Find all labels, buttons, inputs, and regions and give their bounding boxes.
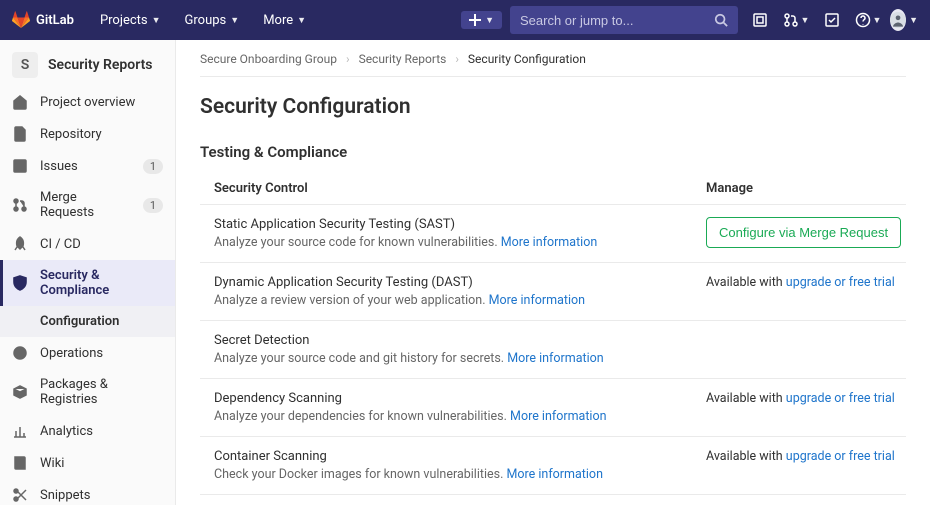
nav-more[interactable]: More▼ bbox=[255, 13, 314, 28]
security-control-row: Secret Detection Analyze your source code… bbox=[200, 320, 906, 378]
create-new-button[interactable]: ▼ bbox=[461, 11, 502, 29]
sidebar-item-overview[interactable]: Project overview bbox=[0, 86, 175, 118]
table-header: Security Control Manage bbox=[200, 173, 906, 204]
search-icon bbox=[714, 13, 728, 27]
tanuki-icon bbox=[12, 11, 30, 29]
security-control-row: Dynamic Application Security Testing (DA… bbox=[200, 262, 906, 320]
control-title: Dependency Scanning bbox=[214, 391, 706, 406]
sidebar-item-analytics[interactable]: Analytics bbox=[0, 415, 175, 447]
more-information-link[interactable]: More information bbox=[510, 409, 606, 424]
security-control-row: Static Application Security Testing (SAS… bbox=[200, 204, 906, 262]
project-name: Security Reports bbox=[48, 57, 153, 73]
rocket-icon bbox=[12, 236, 28, 252]
package-icon bbox=[12, 384, 28, 400]
breadcrumb-item[interactable]: Security Reports bbox=[359, 52, 447, 66]
help-icon[interactable]: ▼ bbox=[854, 12, 882, 28]
section-heading: Testing & Compliance bbox=[200, 143, 906, 161]
control-description: Analyze your source code for known vulne… bbox=[214, 235, 706, 250]
control-title: Secret Detection bbox=[214, 333, 706, 348]
project-avatar: S bbox=[12, 52, 38, 78]
col-manage: Manage bbox=[706, 181, 906, 196]
upgrade-link[interactable]: upgrade or free trial bbox=[786, 391, 895, 406]
brand-text: GitLab bbox=[36, 13, 74, 28]
search-input[interactable] bbox=[520, 13, 714, 28]
more-information-link[interactable]: More information bbox=[501, 235, 597, 250]
chevron-down-icon: ▼ bbox=[297, 15, 306, 26]
chevron-down-icon: ▼ bbox=[909, 15, 918, 26]
sidebar-item-operations[interactable]: Operations bbox=[0, 337, 175, 369]
operations-icon bbox=[12, 345, 28, 361]
security-control-row: Coverage FuzzingFind bugs in your code w… bbox=[200, 494, 906, 505]
breadcrumb-current: Security Configuration bbox=[468, 52, 586, 66]
merge-requests-shortcut-icon[interactable]: ▼ bbox=[782, 12, 810, 28]
merge-icon bbox=[12, 197, 28, 213]
doc-icon bbox=[12, 126, 28, 142]
control-description: Analyze your source code and git history… bbox=[214, 351, 706, 366]
project-sidebar: S Security Reports Project overview Repo… bbox=[0, 40, 176, 505]
upgrade-link[interactable]: upgrade or free trial bbox=[786, 449, 895, 464]
control-description: Analyze your dependencies for known vuln… bbox=[214, 409, 706, 424]
available-with-text: Available with upgrade or free trial bbox=[706, 275, 895, 290]
issues-count-badge: 1 bbox=[143, 159, 163, 174]
sidebar-item-wiki[interactable]: Wiki bbox=[0, 447, 175, 479]
user-menu[interactable]: ▼ bbox=[890, 9, 918, 31]
control-description: Analyze a review version of your web app… bbox=[214, 293, 706, 308]
configure-merge-request-button[interactable]: Configure via Merge Request bbox=[706, 217, 901, 248]
sidebar-item-security[interactable]: Security & Compliance bbox=[0, 260, 175, 306]
mr-count-badge: 1 bbox=[143, 198, 163, 213]
book-icon bbox=[12, 455, 28, 471]
chevron-down-icon: ▼ bbox=[152, 15, 161, 26]
sidebar-subitem-configuration[interactable]: Configuration bbox=[0, 306, 175, 337]
user-avatar bbox=[890, 9, 906, 31]
more-information-link[interactable]: More information bbox=[507, 351, 603, 366]
sidebar-item-snippets[interactable]: Snippets bbox=[0, 479, 175, 505]
sidebar-context[interactable]: S Security Reports bbox=[0, 44, 175, 86]
plus-icon bbox=[469, 14, 481, 26]
chevron-down-icon: ▼ bbox=[230, 15, 239, 26]
available-with-text: Available with upgrade or free trial bbox=[706, 391, 895, 406]
sidebar-item-packages[interactable]: Packages & Registries bbox=[0, 369, 175, 415]
available-with-text: Available with upgrade or free trial bbox=[706, 449, 895, 464]
breadcrumb-item[interactable]: Secure Onboarding Group bbox=[200, 52, 337, 66]
top-navbar: GitLab Projects▼ Groups▼ More▼ ▼ ▼ ▼ ▼ bbox=[0, 0, 930, 40]
security-control-row: Container Scanning Check your Docker imag… bbox=[200, 436, 906, 494]
more-information-link[interactable]: More information bbox=[489, 293, 585, 308]
page-title: Security Configuration bbox=[200, 95, 906, 119]
nav-projects[interactable]: Projects▼ bbox=[92, 13, 169, 28]
issues-shortcut-icon[interactable] bbox=[746, 12, 774, 28]
global-search[interactable] bbox=[510, 6, 738, 34]
more-information-link[interactable]: More information bbox=[507, 467, 603, 482]
control-title: Container Scanning bbox=[214, 449, 706, 464]
sidebar-item-cicd[interactable]: CI / CD bbox=[0, 228, 175, 260]
chevron-down-icon: ▼ bbox=[801, 15, 810, 26]
sidebar-item-merge-requests[interactable]: Merge Requests 1 bbox=[0, 182, 175, 228]
control-description: Check your Docker images for known vulne… bbox=[214, 467, 706, 482]
issues-icon bbox=[12, 158, 28, 174]
gitlab-logo[interactable]: GitLab bbox=[12, 11, 74, 29]
chevron-down-icon: ▼ bbox=[485, 15, 494, 26]
col-security-control: Security Control bbox=[200, 181, 706, 196]
breadcrumb: Secure Onboarding Group › Security Repor… bbox=[200, 52, 906, 77]
sidebar-item-issues[interactable]: Issues 1 bbox=[0, 150, 175, 182]
shield-icon bbox=[12, 275, 28, 291]
scissors-icon bbox=[12, 487, 28, 503]
sidebar-item-repository[interactable]: Repository bbox=[0, 118, 175, 150]
nav-groups[interactable]: Groups▼ bbox=[177, 13, 248, 28]
security-control-row: Dependency Scanning Analyze your dependen… bbox=[200, 378, 906, 436]
chart-icon bbox=[12, 423, 28, 439]
upgrade-link[interactable]: upgrade or free trial bbox=[786, 275, 895, 290]
main-content: Secure Onboarding Group › Security Repor… bbox=[176, 40, 930, 505]
chevron-down-icon: ▼ bbox=[873, 15, 882, 26]
home-icon bbox=[12, 94, 28, 110]
control-title: Dynamic Application Security Testing (DA… bbox=[214, 275, 706, 290]
todos-icon[interactable] bbox=[818, 12, 846, 28]
control-title: Static Application Security Testing (SAS… bbox=[214, 217, 706, 232]
